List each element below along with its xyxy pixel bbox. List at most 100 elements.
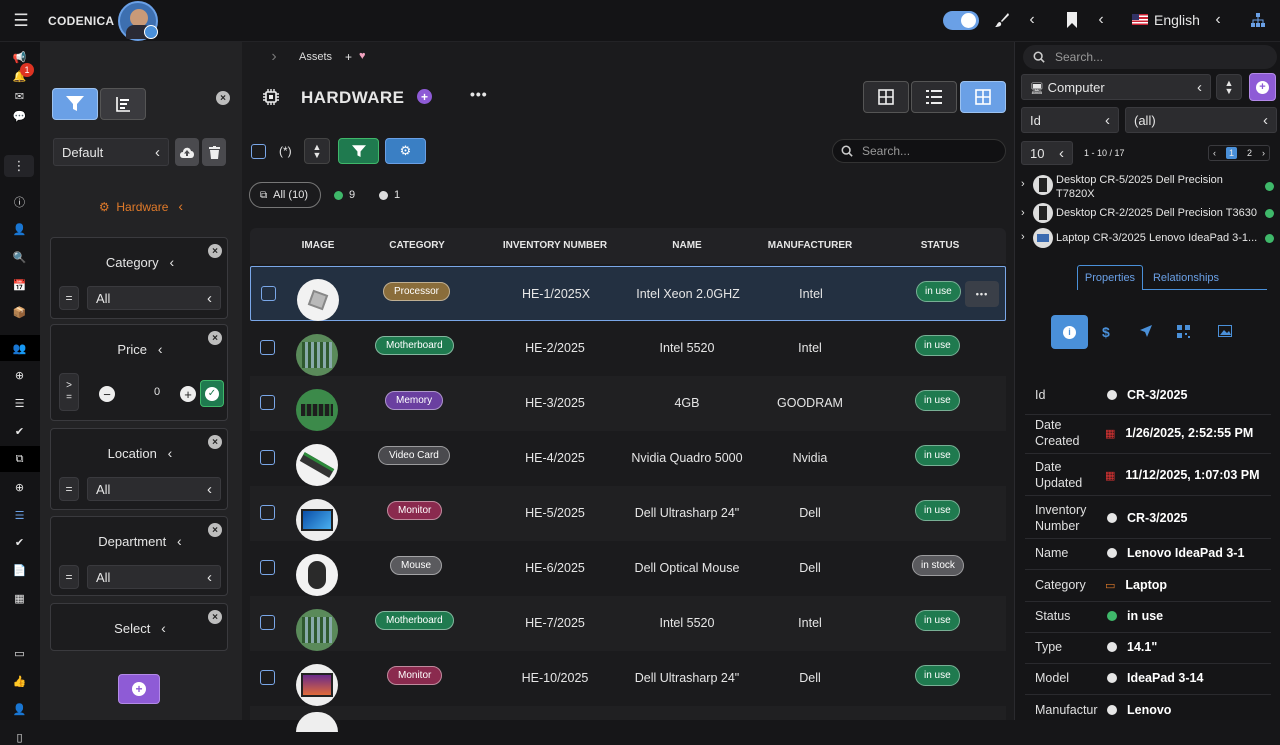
check-list-icon[interactable]: ✔: [12, 424, 27, 439]
plus-circle-icon[interactable]: ⊕: [12, 480, 27, 495]
avatar[interactable]: [118, 1, 158, 41]
thumbs-up-icon[interactable]: 👍: [12, 674, 27, 689]
row-checkbox[interactable]: [261, 286, 276, 301]
image-icon[interactable]: [1218, 325, 1232, 340]
expand-icon[interactable]: ›: [1021, 207, 1025, 219]
increment-button[interactable]: +: [180, 386, 196, 402]
column-header[interactable]: MANUFACTURER: [758, 240, 862, 251]
check-list-icon[interactable]: ✔: [12, 535, 27, 550]
location-filter-header[interactable]: Location ‹: [51, 445, 229, 461]
location-select[interactable]: All ‹: [87, 477, 221, 501]
info-section-button[interactable]: i: [1051, 315, 1088, 349]
list-view-button[interactable]: [911, 81, 957, 113]
column-header[interactable]: CATEGORY: [374, 240, 460, 251]
category-select[interactable]: All ‹: [87, 286, 221, 310]
department-select[interactable]: All ‹: [87, 565, 221, 589]
settings-button[interactable]: ⚙: [385, 138, 426, 164]
location-arrow-icon[interactable]: [1139, 324, 1153, 341]
close-panel-icon[interactable]: ×: [216, 91, 230, 105]
list-icon[interactable]: ☰: [12, 396, 27, 411]
chevron-right-icon[interactable]: ›: [268, 48, 280, 66]
table-row[interactable]: Mouse HE-6/2025 Dell Optical Mouse Dell …: [250, 541, 1006, 596]
qr-code-icon[interactable]: [1177, 325, 1190, 341]
filter-group[interactable]: ⚙ Hardware ‹: [40, 198, 242, 214]
dollar-icon[interactable]: $: [1102, 324, 1110, 340]
calculator-icon[interactable]: ▦: [12, 591, 27, 606]
chat-icon[interactable]: 💬: [12, 109, 27, 124]
plus-circle-icon[interactable]: ⊕: [12, 368, 27, 383]
list-item[interactable]: › Desktop CR-2/2025 Dell Precision T3630: [1015, 203, 1280, 225]
users-icon[interactable]: 👥: [12, 341, 27, 356]
filter-tab-button[interactable]: [52, 88, 98, 120]
menu-icon[interactable]: ☰: [12, 11, 30, 30]
chevron-left-icon[interactable]: ‹: [1094, 11, 1108, 29]
department-filter-header[interactable]: Department ‹: [51, 533, 229, 549]
more-actions-icon[interactable]: •••: [470, 86, 488, 102]
table-row[interactable]: Motherboard HE-2/2025 Intel 5520 Intel i…: [250, 321, 1006, 376]
right-search-box[interactable]: Search...: [1023, 45, 1277, 69]
tab-properties[interactable]: Properties: [1077, 265, 1143, 290]
prev-page-icon[interactable]: ‹: [1213, 148, 1216, 158]
filter-button[interactable]: [338, 138, 379, 164]
operator-button[interactable]: =: [59, 286, 79, 310]
apply-price-button[interactable]: ✓: [200, 380, 224, 407]
mail-icon[interactable]: ✉: [12, 89, 27, 104]
sort-toggle-button[interactable]: ▲ ▼: [1216, 74, 1242, 100]
theme-toggle[interactable]: [943, 11, 979, 30]
page-number[interactable]: 2: [1247, 148, 1252, 158]
page-number[interactable]: 1: [1225, 147, 1237, 159]
delete-button[interactable]: [202, 138, 226, 166]
expand-icon[interactable]: ›: [1021, 231, 1025, 243]
column-header[interactable]: IMAGE: [300, 240, 336, 251]
operator-button[interactable]: =: [59, 565, 79, 589]
user-settings-icon[interactable]: 👤: [12, 702, 27, 717]
preset-select[interactable]: Default ‹: [53, 138, 169, 166]
operator-button[interactable]: > =: [59, 373, 79, 411]
sort-toggle-button[interactable]: ▲ ▼: [304, 138, 330, 164]
decrement-button[interactable]: −: [99, 386, 115, 402]
next-page-icon[interactable]: ›: [1262, 148, 1265, 158]
row-checkbox[interactable]: [260, 450, 275, 465]
filter-chip-all[interactable]: ⧉ All (10): [249, 182, 321, 208]
cubes-icon[interactable]: ⧉: [12, 452, 27, 467]
table-row[interactable]: Motherboard HE-7/2025 Intel 5520 Intel i…: [250, 596, 1006, 651]
table-row[interactable]: [250, 706, 1006, 732]
select-all-checkbox[interactable]: [251, 144, 266, 159]
select-filter-header[interactable]: Select ‹: [51, 620, 229, 636]
category-filter-header[interactable]: Category ‹: [51, 254, 229, 270]
search-box[interactable]: Search...: [832, 139, 1006, 163]
sitemap-icon[interactable]: [1249, 11, 1267, 29]
operator-button[interactable]: =: [59, 477, 79, 501]
chevron-left-icon[interactable]: ‹: [1211, 11, 1225, 29]
status-dot-green[interactable]: [334, 191, 343, 200]
sort-tab-button[interactable]: [100, 88, 146, 120]
column-header[interactable]: INVENTORY NUMBER: [490, 240, 620, 251]
ticket-icon[interactable]: ▭: [12, 646, 27, 661]
search-icon[interactable]: 🔍: [12, 250, 27, 265]
user-icon[interactable]: 👤: [12, 222, 27, 237]
field-select[interactable]: Id ‹: [1021, 107, 1119, 133]
row-actions-button[interactable]: •••: [965, 281, 999, 307]
chevron-left-icon[interactable]: ‹: [1025, 11, 1039, 29]
row-checkbox[interactable]: [260, 615, 275, 630]
add-asset-button[interactable]: +: [417, 89, 432, 104]
brush-icon[interactable]: [993, 11, 1011, 29]
box-icon[interactable]: 📦: [12, 305, 27, 320]
status-dot-gray[interactable]: [379, 191, 388, 200]
language-label[interactable]: English: [1154, 12, 1200, 28]
more-vertical-icon[interactable]: ⋮: [4, 155, 34, 177]
column-header[interactable]: STATUS: [904, 240, 976, 251]
add-item-button[interactable]: +: [1249, 73, 1276, 101]
table-row[interactable]: Video Card HE-4/2025 Nvidia Quadro 5000 …: [250, 431, 1006, 486]
list-item[interactable]: › Laptop CR-3/2025 Lenovo IdeaPad 3-1...: [1015, 228, 1280, 250]
breadcrumb-item[interactable]: Assets: [299, 51, 332, 63]
heart-icon[interactable]: ♥: [359, 50, 366, 62]
table-view-button[interactable]: [960, 81, 1006, 113]
field-value-select[interactable]: (all) ‹: [1125, 107, 1277, 133]
info-icon[interactable]: ⓘ: [12, 194, 27, 209]
column-header[interactable]: NAME: [642, 240, 732, 251]
tab-relationships[interactable]: Relationships: [1145, 265, 1227, 290]
table-row[interactable]: Monitor HE-10/2025 Dell Ultrasharp 24" D…: [250, 651, 1006, 706]
price-filter-header[interactable]: Price ‹: [51, 341, 229, 357]
bookmark-icon[interactable]: [1064, 11, 1080, 29]
